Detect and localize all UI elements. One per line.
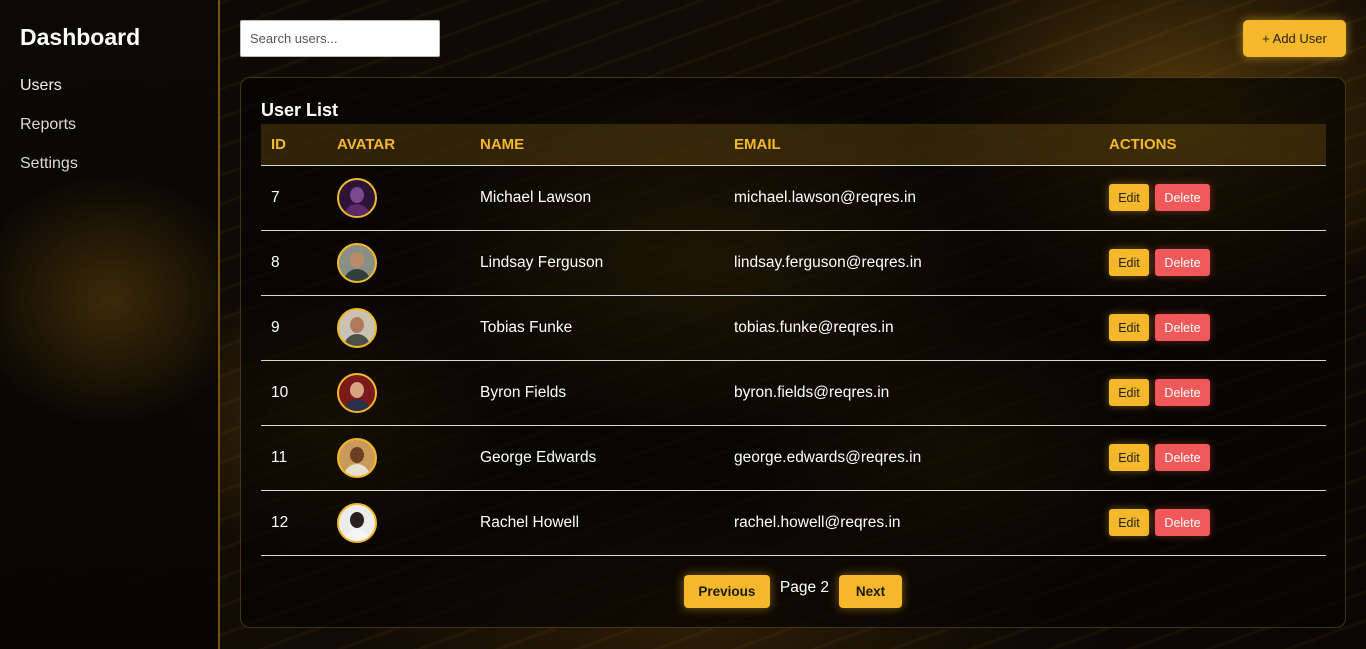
- user-email-cell: tobias.funke@reqres.in: [724, 295, 1099, 361]
- avatar: [337, 177, 377, 218]
- avatar: [337, 307, 377, 348]
- avatar: [337, 502, 377, 543]
- actions-cell: Edit Delete: [1099, 360, 1326, 426]
- next-page-button[interactable]: Next: [839, 575, 903, 608]
- table-row: 12 Rachel Howell rachel.howell@reqres.in Ed…: [261, 490, 1326, 556]
- search-input[interactable]: [240, 20, 440, 57]
- edit-button[interactable]: Edit: [1109, 314, 1149, 341]
- user-name-cell: Tobias Funke: [470, 295, 724, 361]
- user-name-cell: Lindsay Ferguson: [470, 230, 724, 296]
- table-row: 8 Lindsay Ferguson lindsay.ferguson@reqres…: [261, 230, 1326, 296]
- avatar-cell: [327, 230, 470, 296]
- actions-cell: Edit Delete: [1099, 165, 1326, 231]
- sidebar: Dashboard Users Reports Settings: [0, 0, 220, 649]
- column-header-name: NAME: [470, 124, 724, 166]
- user-id-cell: 12: [261, 490, 327, 556]
- table-header-row: ID AVATAR NAME EMAIL ACTIONS: [261, 124, 1326, 166]
- table-row: 9 Tobias Funke tobias.funke@reqres.in Edit D…: [261, 295, 1326, 361]
- user-email-cell: byron.fields@reqres.in: [724, 360, 1099, 426]
- avatar-body-shape: [344, 268, 370, 281]
- delete-button[interactable]: Delete: [1155, 184, 1210, 211]
- table-row: 10 Byron Fields byron.fields@reqres.in Edit…: [261, 360, 1326, 426]
- user-name-cell: Rachel Howell: [470, 490, 724, 556]
- avatar-body-shape: [344, 398, 370, 411]
- delete-button[interactable]: Delete: [1155, 249, 1210, 276]
- avatar-head-shape: [350, 446, 364, 463]
- user-id-cell: 7: [261, 165, 327, 231]
- page-indicator: Page 2: [779, 578, 830, 596]
- avatar-head-shape: [350, 316, 364, 333]
- avatar: [337, 242, 377, 283]
- sidebar-title: Dashboard: [20, 24, 141, 50]
- avatar-head-shape: [350, 186, 364, 203]
- previous-page-button[interactable]: Previous: [683, 575, 770, 608]
- edit-button[interactable]: Edit: [1109, 509, 1149, 536]
- user-email-cell: michael.lawson@reqres.in: [724, 165, 1099, 231]
- avatar-head-shape: [350, 511, 364, 528]
- user-name-cell: Byron Fields: [470, 360, 724, 426]
- user-email-cell: rachel.howell@reqres.in: [724, 490, 1099, 556]
- delete-button[interactable]: Delete: [1155, 379, 1210, 406]
- column-header-email: EMAIL: [724, 124, 1099, 166]
- avatar-cell: [327, 490, 470, 556]
- user-list-panel: User List ID AVATAR NAME EMAIL ACTIONS 7…: [240, 77, 1346, 628]
- avatar-cell: [327, 360, 470, 426]
- avatar-head-shape: [350, 251, 364, 268]
- table-row: 11 George Edwards george.edwards@reqres.in…: [261, 425, 1326, 491]
- user-id-cell: 10: [261, 360, 327, 426]
- add-user-button[interactable]: + Add User: [1243, 20, 1346, 57]
- user-name-cell: Michael Lawson: [470, 165, 724, 231]
- sidebar-item-users[interactable]: Users: [20, 77, 198, 95]
- avatar-body-shape: [344, 463, 370, 476]
- avatar-cell: [327, 425, 470, 491]
- column-header-id: ID: [261, 124, 327, 166]
- actions-cell: Edit Delete: [1099, 425, 1326, 491]
- edit-button[interactable]: Edit: [1109, 249, 1149, 276]
- edit-button[interactable]: Edit: [1109, 184, 1149, 211]
- delete-button[interactable]: Delete: [1155, 444, 1210, 471]
- pagination: Previous Page 2 Next: [241, 575, 1345, 608]
- user-name-cell: George Edwards: [470, 425, 724, 491]
- delete-button[interactable]: Delete: [1155, 314, 1210, 341]
- actions-cell: Edit Delete: [1099, 230, 1326, 296]
- avatar-cell: [327, 295, 470, 361]
- edit-button[interactable]: Edit: [1109, 444, 1149, 471]
- user-id-cell: 8: [261, 230, 327, 296]
- avatar: [337, 372, 377, 413]
- delete-button[interactable]: Delete: [1155, 509, 1210, 536]
- actions-cell: Edit Delete: [1099, 490, 1326, 556]
- avatar-body-shape: [344, 528, 370, 541]
- avatar-body-shape: [344, 333, 370, 346]
- user-email-cell: lindsay.ferguson@reqres.in: [724, 230, 1099, 296]
- avatar-cell: [327, 165, 470, 231]
- avatar-body-shape: [344, 203, 370, 216]
- user-id-cell: 11: [261, 425, 327, 491]
- edit-button[interactable]: Edit: [1109, 379, 1149, 406]
- actions-cell: Edit Delete: [1099, 295, 1326, 361]
- users-table: ID AVATAR NAME EMAIL ACTIONS 7 Michael La…: [261, 124, 1326, 556]
- user-id-cell: 9: [261, 295, 327, 361]
- sidebar-item-settings[interactable]: Settings: [20, 155, 198, 173]
- panel-title: User List: [261, 100, 339, 120]
- avatar-head-shape: [350, 381, 364, 398]
- table-row: 7 Michael Lawson michael.lawson@reqres.in E…: [261, 165, 1326, 231]
- avatar: [337, 437, 377, 478]
- column-header-avatar: AVATAR: [327, 124, 470, 166]
- user-email-cell: george.edwards@reqres.in: [724, 425, 1099, 491]
- sidebar-item-reports[interactable]: Reports: [20, 116, 198, 134]
- column-header-actions: ACTIONS: [1099, 124, 1326, 166]
